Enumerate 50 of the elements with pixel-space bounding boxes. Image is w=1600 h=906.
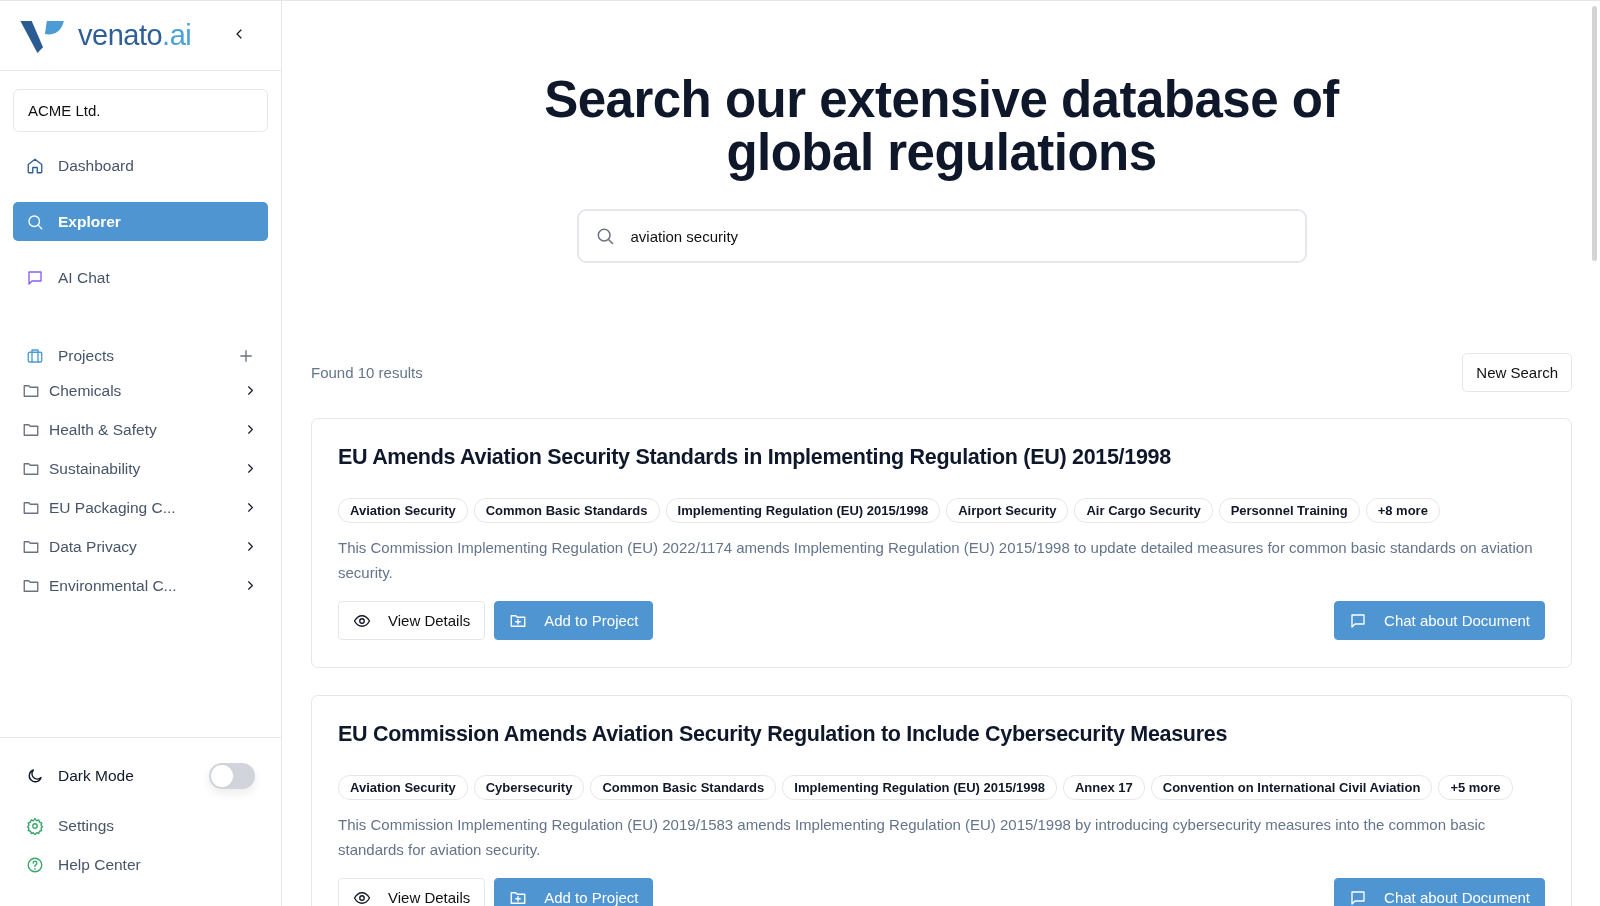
project-item[interactable]: EU Packaging C...: [13, 488, 268, 527]
new-search-button[interactable]: New Search: [1462, 353, 1572, 392]
chat-bubble-icon: [26, 268, 44, 287]
result-summary: This Commission Implementing Regulation (EU) 2022/1174 amends Implementing Regulation (EU) 2015/1998 to update detailed measures for common basic standards on aviation security.: [338, 538, 1534, 583]
add-project-button[interactable]: [237, 347, 255, 365]
view-details-button[interactable]: View Details: [338, 601, 486, 640]
project-item[interactable]: Environmental C...: [13, 566, 268, 605]
project-item[interactable]: Health & Safety: [13, 410, 268, 449]
tag: Cybersecurity: [473, 775, 585, 800]
settings-icon: [26, 816, 44, 835]
help-center-link[interactable]: Help Center: [13, 845, 268, 884]
tag: Air Cargo Security: [1074, 498, 1213, 523]
view-details-button[interactable]: View Details: [338, 878, 486, 906]
result-summary: This Commission Implementing Regulation (EU) 2019/1583 amends Implementing Regulation (EU) 2015/1998 by introducing cybersecurity measures into the common basic standards for aviation security.: [338, 815, 1487, 860]
logo-text: venato.ai: [78, 19, 192, 52]
tag: Aviation Security: [338, 775, 468, 800]
help-icon: [26, 855, 44, 874]
settings-link[interactable]: Settings: [13, 806, 268, 845]
result-title[interactable]: EU Commission Amends Aviation Security Regulation to Include Cybersecurity Measures: [338, 722, 1545, 747]
tag: +8 more: [1365, 498, 1440, 523]
tag: Common Basic Standards: [590, 775, 777, 800]
dark-mode-toggle[interactable]: [209, 763, 255, 789]
project-item[interactable]: Data Privacy: [13, 527, 268, 566]
tag: Personnel Training: [1218, 498, 1360, 523]
projects-header[interactable]: Projects: [26, 347, 114, 365]
project-item[interactable]: Chemicals: [13, 371, 268, 410]
plus-icon: [237, 347, 255, 365]
nav-item[interactable]: AI Chat: [13, 258, 268, 297]
page-heading: Search our extensive database of global regulations: [543, 73, 1341, 179]
tag: Airport Security: [946, 498, 1069, 523]
tag: Convention on International Civil Aviation: [1150, 775, 1433, 800]
organization-field[interactable]: ACME Ltd.: [13, 89, 268, 132]
briefcase-icon: [26, 347, 44, 365]
tag: Common Basic Standards: [473, 498, 660, 523]
result-title[interactable]: EU Amends Aviation Security Standards in Implementing Regulation (EU) 2015/1998: [338, 445, 1545, 470]
tag: Implementing Regulation (EU) 2015/1998: [665, 498, 941, 523]
search-icon: [26, 212, 44, 231]
tag: Implementing Regulation (EU) 2015/1998: [782, 775, 1057, 800]
search-field[interactable]: aviation security: [576, 209, 1307, 263]
project-item[interactable]: Sustainability: [13, 449, 268, 488]
home-icon: [26, 156, 44, 175]
tag: Aviation Security: [338, 498, 468, 523]
chat-bubble-icon: [1349, 611, 1368, 630]
tag: +5 more: [1438, 775, 1513, 800]
dark-mode-label: Dark Mode: [58, 767, 135, 785]
tag: Annex 17: [1062, 775, 1145, 800]
moon-icon: [26, 767, 44, 785]
results-count: Found 10 results: [311, 364, 423, 381]
chat-bubble-icon: [1349, 888, 1368, 906]
nav-item[interactable]: Dashboard: [13, 146, 268, 185]
